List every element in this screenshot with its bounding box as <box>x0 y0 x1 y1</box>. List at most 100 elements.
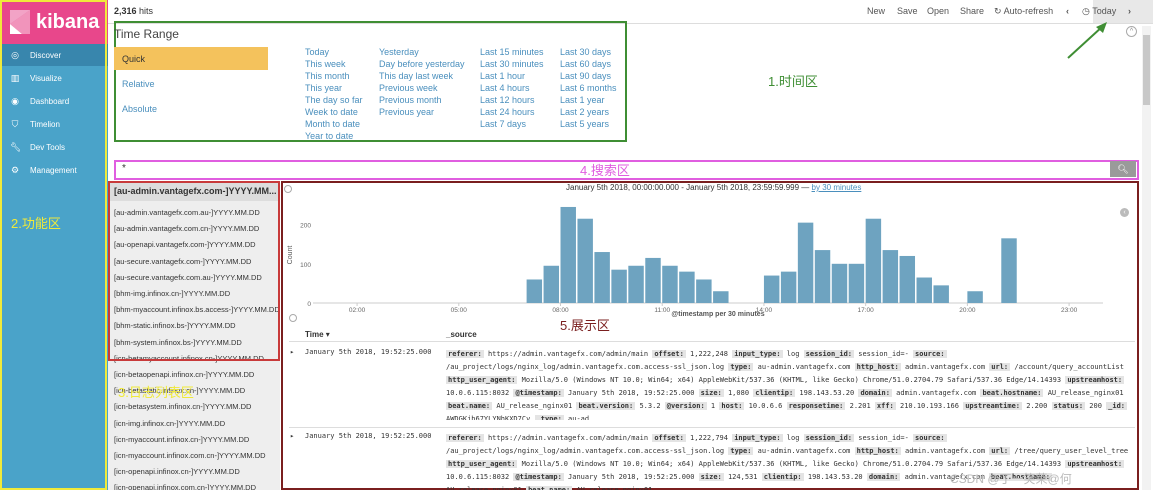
quick-range-link[interactable]: Year to date <box>305 131 353 141</box>
tab-quick[interactable]: Quick <box>114 47 268 70</box>
histogram-bar[interactable] <box>543 265 560 303</box>
histogram-bar[interactable] <box>814 250 831 303</box>
histogram-bar[interactable] <box>526 279 543 303</box>
index-pattern-item[interactable]: [icn-myaccount.infinox.cn-]YYYY.MM.DD <box>114 435 249 444</box>
field-value: /au_project/logs/nginx_log/admin.vantage… <box>446 447 725 455</box>
search-button[interactable]: 🔍︎ <box>1110 161 1136 177</box>
quick-range-link[interactable]: Last 7 days <box>480 119 526 129</box>
histogram-bar[interactable] <box>696 279 712 303</box>
today-time-picker[interactable]: ◷ Today <box>1082 6 1116 17</box>
index-pattern-item[interactable]: [icn-myaccount.infinox.com.cn-]YYYY.MM.D… <box>114 451 266 460</box>
save-button[interactable]: Save <box>897 6 918 16</box>
quick-range-link[interactable]: Week to date <box>305 107 358 117</box>
index-pattern-item[interactable]: [icn-openapi.infinox.com.cn-]YYYY.MM.DD <box>114 483 256 490</box>
quick-range-link[interactable]: This week <box>305 59 346 69</box>
field-key: beat.name: <box>526 486 573 490</box>
field-value: 1,080 <box>727 389 750 397</box>
histogram-bar[interactable] <box>628 265 644 303</box>
quick-range-link[interactable]: Last 12 hours <box>480 95 535 105</box>
histogram-bar[interactable] <box>882 250 899 303</box>
quick-range-link[interactable]: Previous month <box>379 95 442 105</box>
histogram-bar[interactable] <box>865 218 882 303</box>
quick-range-link[interactable]: Month to date <box>305 119 360 129</box>
table-toggle-icon[interactable] <box>289 314 297 322</box>
share-button[interactable]: Share <box>960 6 984 16</box>
histogram-bar[interactable] <box>933 285 949 303</box>
histogram-bar[interactable] <box>899 255 916 303</box>
x-tick-label: 08:00 <box>552 307 569 314</box>
quick-range-link[interactable]: This month <box>305 71 350 81</box>
quick-range-link[interactable]: Last 30 days <box>560 47 611 57</box>
quick-range-link[interactable]: Day before yesterday <box>379 59 465 69</box>
histogram-bar[interactable] <box>797 222 814 303</box>
histogram-bar[interactable] <box>577 218 593 303</box>
histogram-bar[interactable] <box>831 263 848 303</box>
quick-range-link[interactable]: Last 30 minutes <box>480 59 544 69</box>
field-value: admin.vantagefx.com <box>896 389 977 397</box>
quick-range-link[interactable]: Last 15 minutes <box>480 47 544 57</box>
tab-relative[interactable]: Relative <box>122 79 155 89</box>
chart-legend-toggle-icon[interactable]: ‹ <box>1120 208 1129 217</box>
field-value: /au_project/logs/nginx_log/admin.vantage… <box>446 363 725 371</box>
index-pattern-item[interactable]: [icn-betaopenapi.infinox.cn-]YYYY.MM.DD <box>114 370 254 379</box>
field-key: upstreamhost: <box>1065 376 1125 384</box>
quick-range-link[interactable]: Last 6 months <box>560 83 617 93</box>
histogram-bar[interactable] <box>916 277 932 303</box>
histogram-bar[interactable] <box>1001 238 1017 303</box>
x-tick-label: 17:00 <box>858 307 875 314</box>
quick-range-link[interactable]: This day last week <box>379 71 453 81</box>
histogram-bar[interactable] <box>611 269 627 303</box>
field-value: Mozilla/5.0 (Windows NT 10.0; Win64; x64… <box>521 376 1062 384</box>
quick-range-link[interactable]: Last 24 hours <box>480 107 535 117</box>
y-tick-label: 100 <box>300 262 311 269</box>
log-list-area-highlight <box>108 181 280 361</box>
divider <box>289 341 1135 342</box>
quick-range-link[interactable]: This year <box>305 83 342 93</box>
index-pattern-item[interactable]: [icn-betasystem.infinox.cn-]YYYY.MM.DD <box>114 402 251 411</box>
field-key: size: <box>698 389 724 397</box>
quick-range-link[interactable]: Last 5 years <box>560 119 609 129</box>
field-value: admin.vantagefx.com <box>904 447 986 455</box>
prev-range-chevron-icon[interactable]: ‹ <box>1066 6 1069 16</box>
collapse-chevron-icon[interactable]: ^ <box>1126 26 1137 37</box>
histogram-bar[interactable] <box>662 265 678 303</box>
histogram-bar[interactable] <box>645 257 661 303</box>
histogram-bar[interactable] <box>967 291 983 303</box>
field-key: clientip: <box>761 473 804 481</box>
quick-range-link[interactable]: Today <box>305 47 329 57</box>
quick-range-link[interactable]: Last 4 hours <box>480 83 530 93</box>
quick-range-link[interactable]: Last 2 years <box>560 107 609 117</box>
table-row[interactable]: ▸ January 5th 2018, 19:52:25.000 referer: … <box>290 348 1136 420</box>
histogram-bar[interactable] <box>679 271 695 303</box>
open-button[interactable]: Open <box>927 6 949 16</box>
quick-range-link[interactable]: Previous year <box>379 107 434 117</box>
expand-chevron-icon[interactable]: ▸ <box>290 432 294 440</box>
interval-link[interactable]: by 30 minutes <box>812 183 862 192</box>
histogram-bar[interactable] <box>780 271 797 303</box>
index-pattern-item[interactable]: [icn-openapi.infinox.cn-]YYYY.MM.DD <box>114 467 240 476</box>
quick-range-link[interactable]: The day so far <box>305 95 363 105</box>
quick-range-link[interactable]: Last 1 hour <box>480 71 525 81</box>
quick-range-link[interactable]: Last 90 days <box>560 71 611 81</box>
tab-absolute[interactable]: Absolute <box>122 104 157 114</box>
histogram-bar[interactable] <box>560 206 576 303</box>
histogram-bar[interactable] <box>848 263 865 303</box>
histogram-bar[interactable] <box>594 252 610 303</box>
quick-range-link[interactable]: Previous week <box>379 83 438 93</box>
x-tick-label: 23:00 <box>1061 307 1078 314</box>
index-pattern-item[interactable]: [icn-img.infinox.cn-]YYYY.MM.DD <box>114 419 225 428</box>
field-key: _type: <box>534 415 564 420</box>
histogram-bar[interactable] <box>713 291 729 303</box>
histogram-bar[interactable] <box>763 275 780 303</box>
auto-refresh-button[interactable]: ↻ Auto-refresh <box>994 6 1053 17</box>
next-range-chevron-icon[interactable]: › <box>1128 6 1131 16</box>
quick-range-link[interactable]: Last 60 days <box>560 59 611 69</box>
chart-toggle-icon[interactable] <box>284 185 292 193</box>
time-column-header[interactable]: Time ▾ <box>305 330 330 339</box>
expand-chevron-icon[interactable]: ▸ <box>290 348 294 356</box>
quick-range-link[interactable]: Yesterday <box>379 47 419 57</box>
quick-range-link[interactable]: Last 1 year <box>560 95 605 105</box>
field-key: domain: <box>858 389 892 397</box>
new-button[interactable]: New <box>867 6 885 16</box>
scrollbar-thumb[interactable] <box>1143 35 1150 105</box>
